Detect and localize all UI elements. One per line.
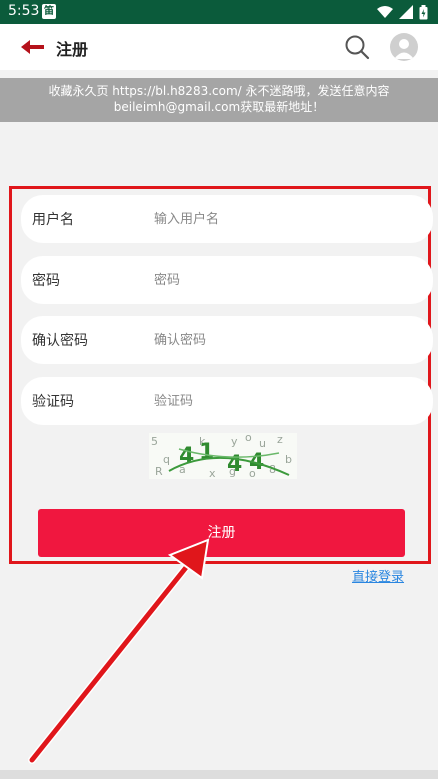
wifi-icon: [377, 6, 393, 18]
confirm-password-input[interactable]: [154, 328, 414, 352]
captcha-input[interactable]: [154, 389, 414, 413]
svg-text:b: b: [285, 453, 292, 466]
app-notification-icon: 笛: [42, 4, 56, 19]
svg-text:u: u: [259, 437, 266, 450]
confirm-password-row: 确认密码: [21, 316, 433, 364]
notice-banner: 收藏永久页 https://bl.h8283.com/ 永不迷路哦，发送任意内容…: [0, 78, 438, 122]
username-row: 用户名: [21, 195, 433, 243]
nav-bar-strip: [0, 770, 438, 779]
app-bar: 注册: [0, 24, 438, 70]
status-indicators: [377, 4, 428, 20]
password-label: 密码: [32, 273, 60, 289]
svg-text:x: x: [209, 467, 216, 479]
svg-text:o: o: [245, 433, 252, 444]
username-input[interactable]: [154, 207, 414, 231]
svg-text:R: R: [155, 465, 163, 478]
back-arrow-icon: [21, 40, 44, 54]
login-link[interactable]: 直接登录: [352, 566, 404, 585]
battery-icon: [419, 4, 428, 19]
captcha-row: 验证码: [21, 377, 433, 425]
cell-signal-icon: [399, 5, 413, 19]
page-title: 注册: [56, 40, 89, 59]
search-icon: [345, 35, 370, 60]
status-time: 5:53: [8, 3, 40, 19]
captcha-graphic: 5qR ak y ouz o 8b xg 41 44: [151, 433, 292, 479]
username-label: 用户名: [32, 212, 74, 228]
svg-text:5: 5: [151, 435, 158, 448]
svg-text:1: 1: [199, 440, 214, 465]
captcha-label: 验证码: [32, 394, 74, 410]
notice-line-2: beileimh@gmail.com获取最新地址！: [113, 100, 325, 114]
password-input[interactable]: [154, 268, 414, 292]
register-form-highlight: 用户名 密码 确认密码 验证码 5qR aky ouz o8b xg 41 44: [9, 186, 433, 564]
status-bar: 5:53 笛: [0, 0, 438, 24]
captcha-image[interactable]: 5qR aky ouz o8b xg 41 44: [149, 433, 297, 479]
confirm-password-label: 确认密码: [32, 333, 88, 349]
svg-text:y: y: [231, 435, 238, 448]
svg-text:q: q: [163, 453, 170, 466]
search-button[interactable]: [344, 34, 370, 60]
register-button[interactable]: 注册: [38, 509, 405, 557]
avatar[interactable]: [390, 33, 418, 61]
svg-text:z: z: [277, 433, 283, 446]
notice-line-1: 收藏永久页 https://bl.h8283.com/ 永不迷路哦，发送任意内容: [48, 84, 390, 98]
svg-text:4: 4: [227, 452, 242, 477]
user-icon: [394, 39, 414, 59]
password-row: 密码: [21, 256, 433, 304]
back-button[interactable]: [20, 35, 48, 59]
